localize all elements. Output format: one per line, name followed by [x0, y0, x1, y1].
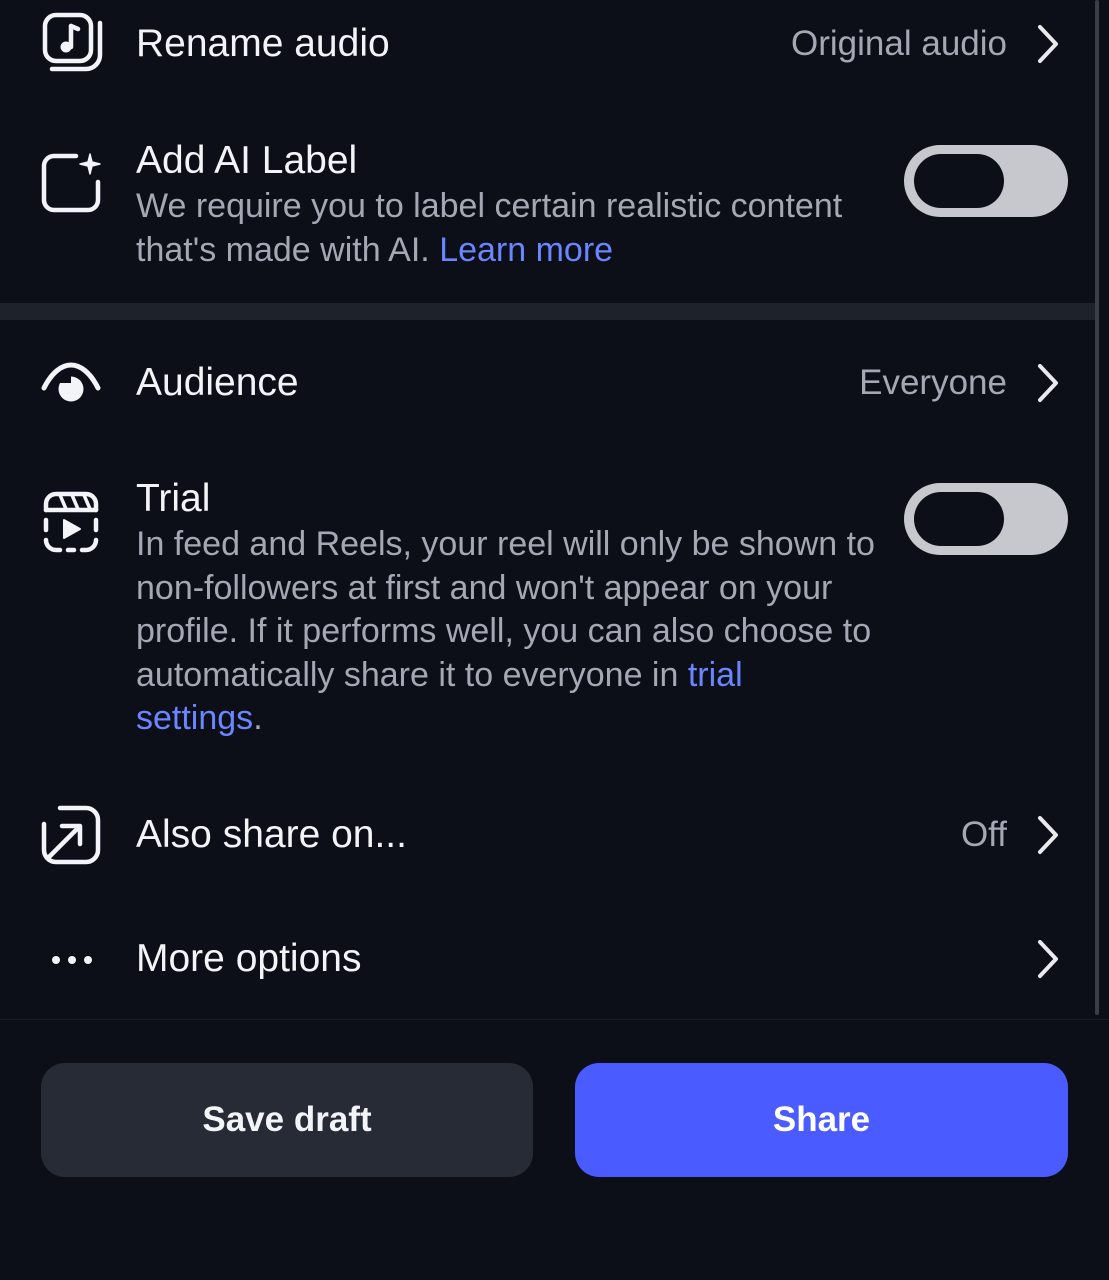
chevron-right-icon [1030, 21, 1066, 67]
trial-description: In feed and Reels, your reel will only b… [136, 523, 876, 741]
also-share-row[interactable]: Also share on... Off [0, 790, 1095, 880]
ai-label-description: We require you to label certain realisti… [136, 185, 856, 272]
trial-row: Trial In feed and Reels, your reel will … [0, 470, 1095, 750]
more-options-row[interactable]: More options [0, 915, 1095, 1005]
share-arrow-icon [38, 802, 104, 868]
save-draft-button[interactable]: Save draft [41, 1063, 533, 1177]
learn-more-link[interactable]: Learn more [439, 231, 613, 269]
also-share-value: Off [960, 815, 1007, 854]
also-share-title: Also share on... [136, 813, 407, 856]
ai-label-icon [38, 150, 104, 216]
trial-description-text: In feed and Reels, your reel will only b… [136, 525, 875, 694]
toggle-knob [914, 492, 1004, 546]
ai-label-row: Add AI Label We require you to label cer… [0, 130, 1095, 280]
chevron-right-icon [1030, 936, 1066, 982]
section-divider [0, 303, 1095, 320]
toggle-knob [914, 154, 1004, 208]
trial-title: Trial [136, 477, 211, 520]
ai-label-toggle[interactable] [904, 145, 1068, 217]
trial-reel-icon [38, 490, 104, 556]
eye-icon [38, 350, 104, 416]
rename-audio-title: Rename audio [136, 22, 390, 65]
trial-toggle[interactable] [904, 483, 1068, 555]
footer-divider [0, 1019, 1109, 1020]
audience-title: Audience [136, 361, 299, 404]
ai-label-title: Add AI Label [136, 139, 358, 182]
chevron-right-icon [1030, 812, 1066, 858]
audience-value: Everyone [859, 363, 1007, 402]
more-dots-icon [38, 927, 104, 993]
more-options-title: More options [136, 937, 362, 980]
rename-audio-row[interactable]: Rename audio Original audio [0, 0, 1095, 90]
chevron-right-icon [1030, 360, 1066, 406]
scrollbar[interactable] [1095, 0, 1099, 1015]
rename-audio-value: Original audio [791, 24, 1007, 63]
audio-note-icon [38, 11, 104, 77]
audience-row[interactable]: Audience Everyone [0, 340, 1095, 430]
trial-description-end: . [253, 699, 263, 737]
share-button[interactable]: Share [575, 1063, 1068, 1177]
